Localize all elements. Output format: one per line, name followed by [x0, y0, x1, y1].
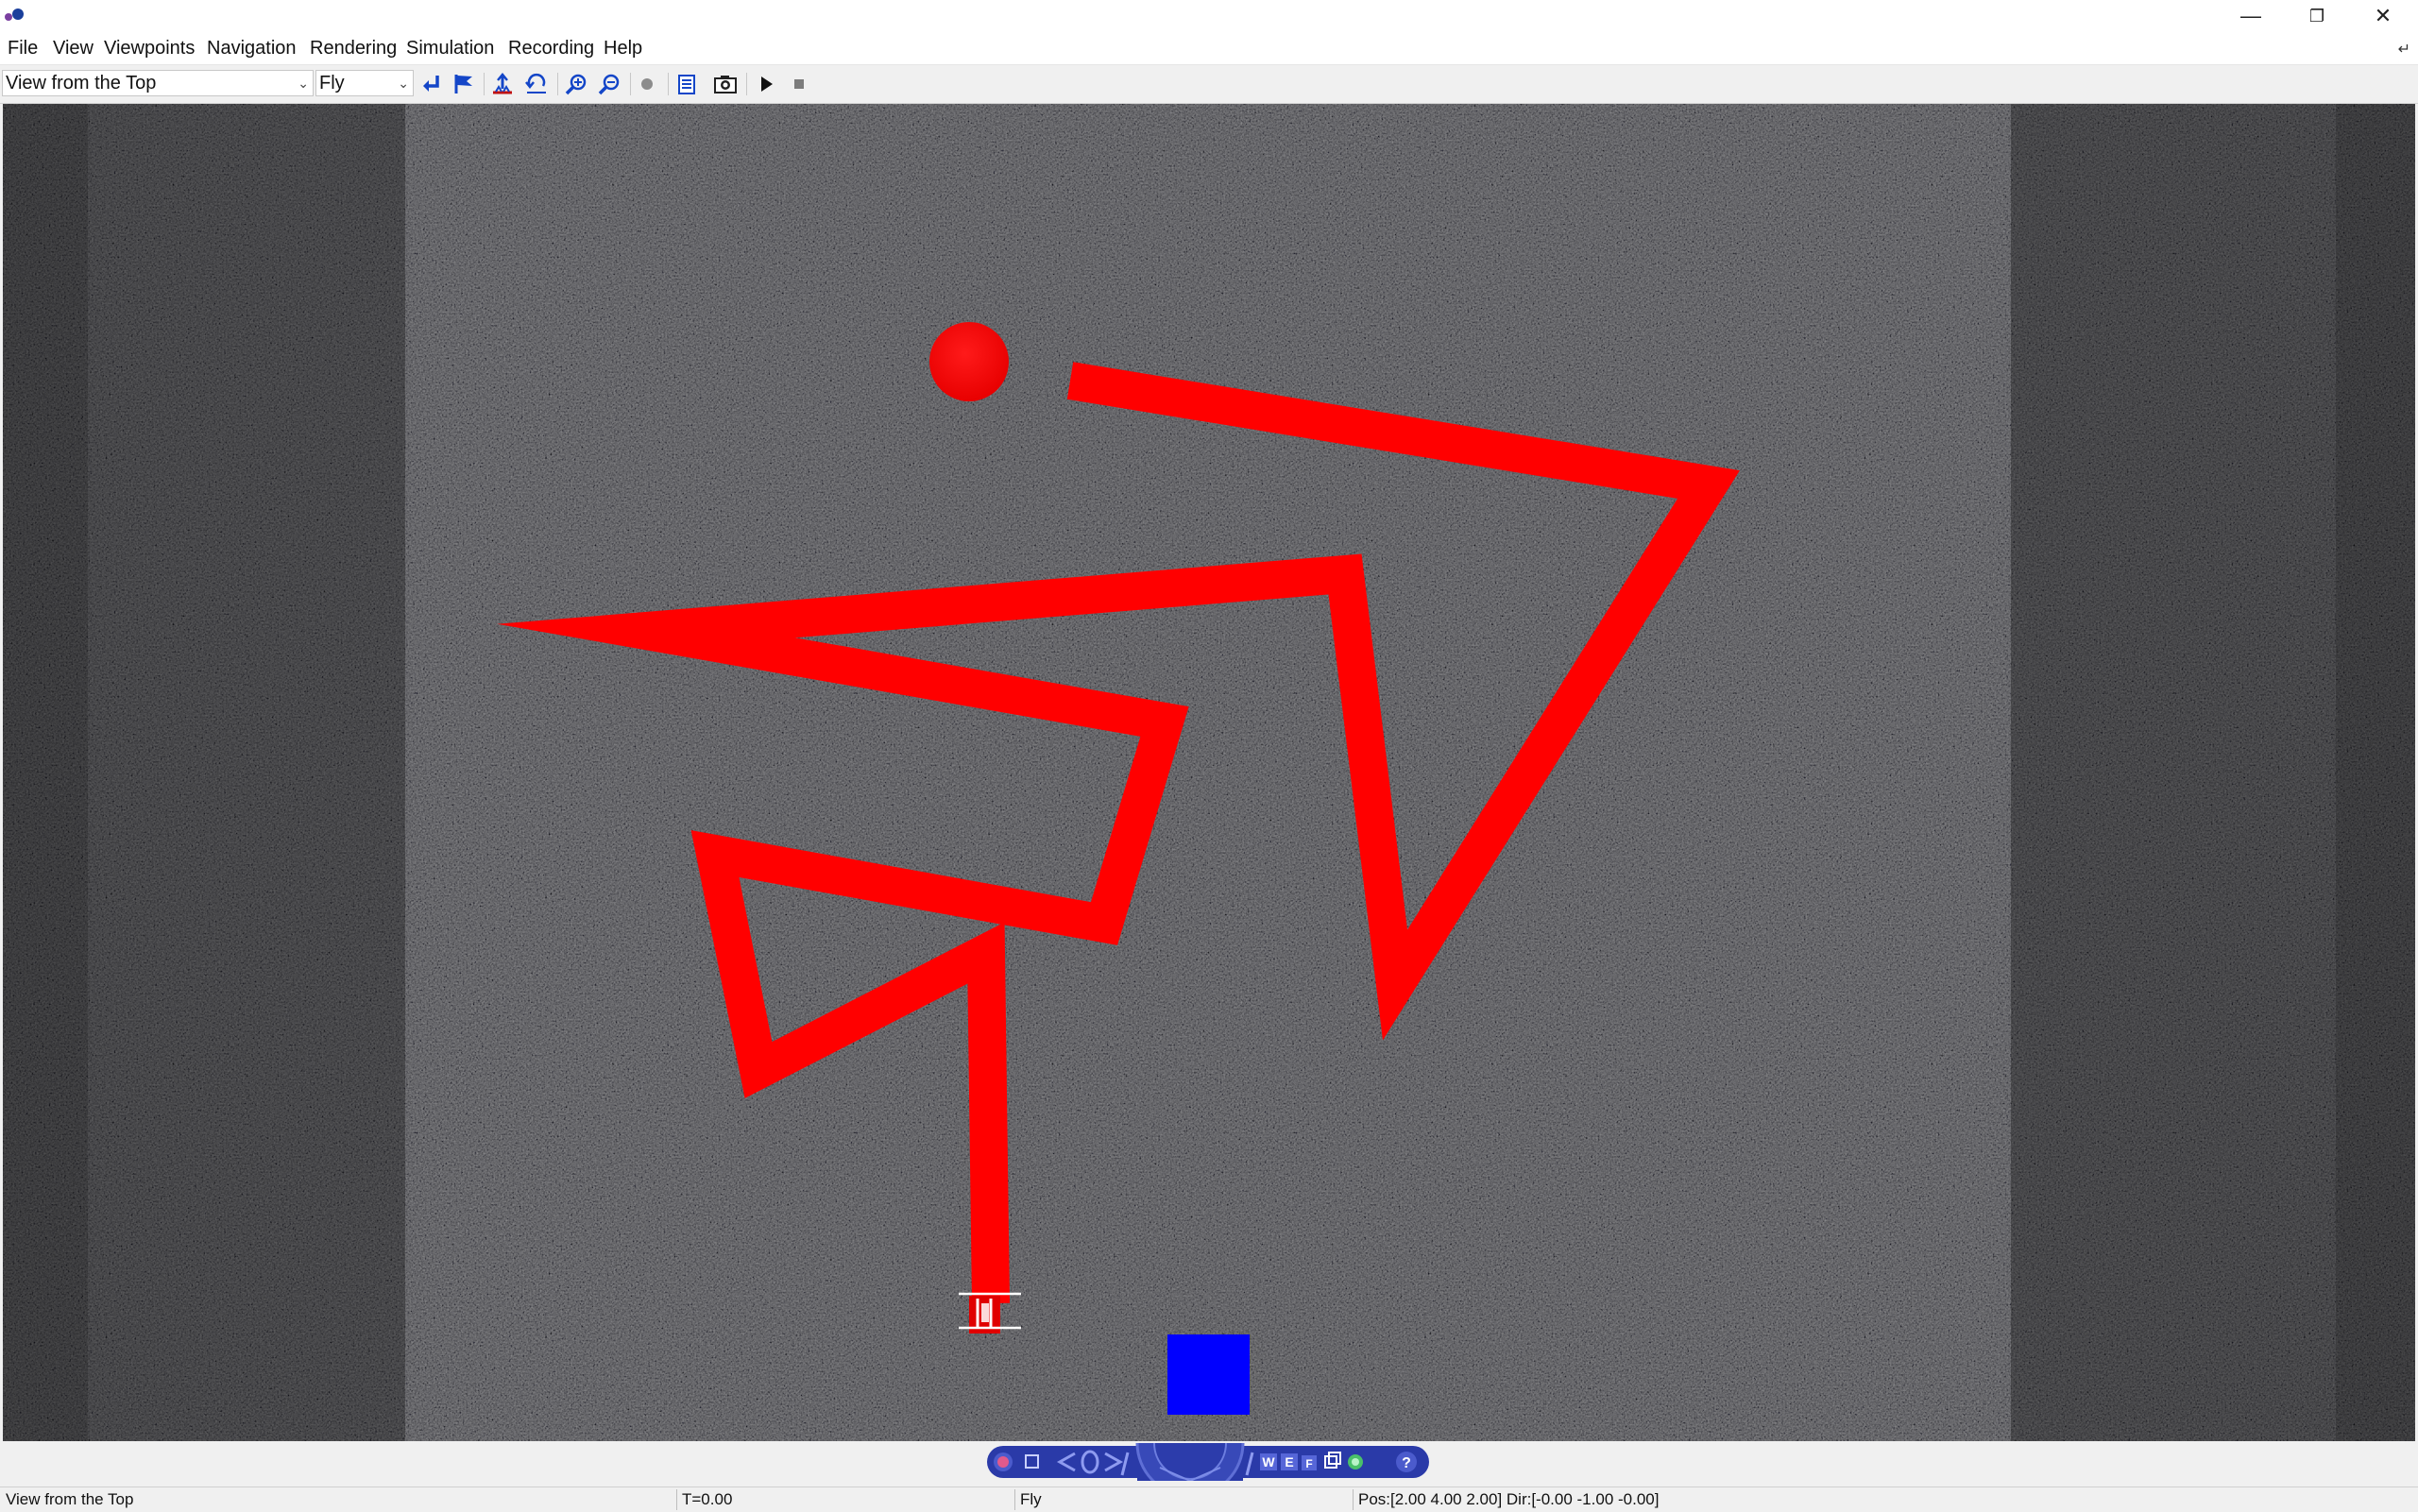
fly-label: F [1305, 1457, 1312, 1470]
viewpoint-select-value: View from the Top [6, 73, 157, 93]
compass-wheel[interactable] [1135, 1388, 1245, 1498]
menu-view[interactable]: View [53, 32, 94, 64]
3d-viewport[interactable] [3, 104, 2415, 1441]
status-time: T=0.00 [682, 1490, 733, 1508]
close-button[interactable] [994, 1453, 1013, 1471]
return-arrow-icon [423, 76, 439, 92]
play-icon [761, 76, 773, 92]
stop-icon [794, 79, 804, 89]
previous-viewpoint-button[interactable] [417, 70, 446, 98]
title-bar: — ❐ ✕ [0, 0, 2418, 32]
examine-button[interactable]: E [1281, 1453, 1298, 1470]
chevron-down-icon: ⌄ [398, 76, 409, 91]
record-icon [641, 78, 653, 90]
walk-button[interactable]: W [1260, 1453, 1277, 1470]
menu-bar: File View Viewpoints Navigation Renderin… [0, 32, 2418, 65]
viewpoint-select[interactable]: View from the Top ⌄ [2, 70, 314, 96]
record-button[interactable] [633, 70, 661, 98]
flag-icon [454, 75, 472, 93]
reset-view-icon [525, 73, 546, 93]
stop-button[interactable] [785, 70, 813, 98]
console-icon [678, 75, 695, 94]
status-viewpoint: View from the Top [6, 1490, 134, 1508]
status-mode: Fly [1020, 1490, 1042, 1508]
lighting-button[interactable] [1348, 1454, 1363, 1470]
zoom-in-button[interactable] [562, 70, 590, 98]
fly-button[interactable]: F [1302, 1455, 1317, 1470]
help-icon: ? [1402, 1455, 1411, 1471]
camera-icon [714, 76, 737, 93]
maximize-button[interactable]: ❐ [2284, 0, 2350, 32]
menu-simulation[interactable]: Simulation [406, 32, 494, 64]
corner-arrow-icon[interactable]: ↵ [2398, 40, 2410, 59]
examine-label: E [1285, 1454, 1293, 1470]
navigation-select[interactable]: Fly ⌄ [315, 70, 414, 96]
menu-viewpoints[interactable]: Viewpoints [104, 32, 195, 64]
close-button[interactable]: ✕ [2350, 0, 2416, 32]
navigation-panel: W E F ? [986, 1388, 1430, 1498]
restore-icon: ❐ [2308, 6, 2325, 25]
blue-box [1167, 1334, 1250, 1415]
menu-recording[interactable]: Recording [508, 32, 594, 64]
zoom-out-button[interactable] [595, 70, 623, 98]
return-to-viewpoint-button[interactable] [522, 70, 551, 98]
screenshot-button[interactable] [711, 70, 740, 98]
menu-navigation[interactable]: Navigation [207, 32, 297, 64]
menu-rendering[interactable]: Rendering [310, 32, 397, 64]
toolbar: View from the Top ⌄ Fly ⌄ [0, 65, 2418, 104]
close-icon [997, 1456, 1009, 1468]
status-position: Pos:[2.00 4.00 2.00] Dir:[-0.00 -1.00 -0… [1358, 1490, 1660, 1508]
app-logo-icon [5, 8, 24, 21]
zoom-out-icon [598, 74, 620, 95]
menu-help[interactable]: Help [604, 32, 642, 64]
help-button[interactable]: ? [1396, 1452, 1417, 1472]
play-button[interactable] [752, 70, 780, 98]
menu-file[interactable]: File [8, 32, 38, 64]
minimize-button[interactable]: — [2218, 0, 2284, 32]
console-button[interactable] [673, 70, 701, 98]
status-bar: View from the Top T=0.00 Fly Pos:[2.00 4… [0, 1487, 2418, 1512]
chevron-down-icon: ⌄ [298, 76, 309, 91]
straighten-button[interactable] [488, 70, 517, 98]
minimize-icon: — [2240, 4, 2261, 27]
zoom-in-icon [565, 74, 587, 95]
close-icon: ✕ [2374, 4, 2392, 27]
red-ball [929, 322, 1009, 401]
add-viewpoint-button[interactable] [450, 70, 478, 98]
scene-canvas[interactable] [3, 104, 2415, 1441]
walk-label: W [1262, 1454, 1275, 1470]
navigation-select-value: Fly [319, 73, 345, 93]
straighten-icon [493, 73, 512, 94]
